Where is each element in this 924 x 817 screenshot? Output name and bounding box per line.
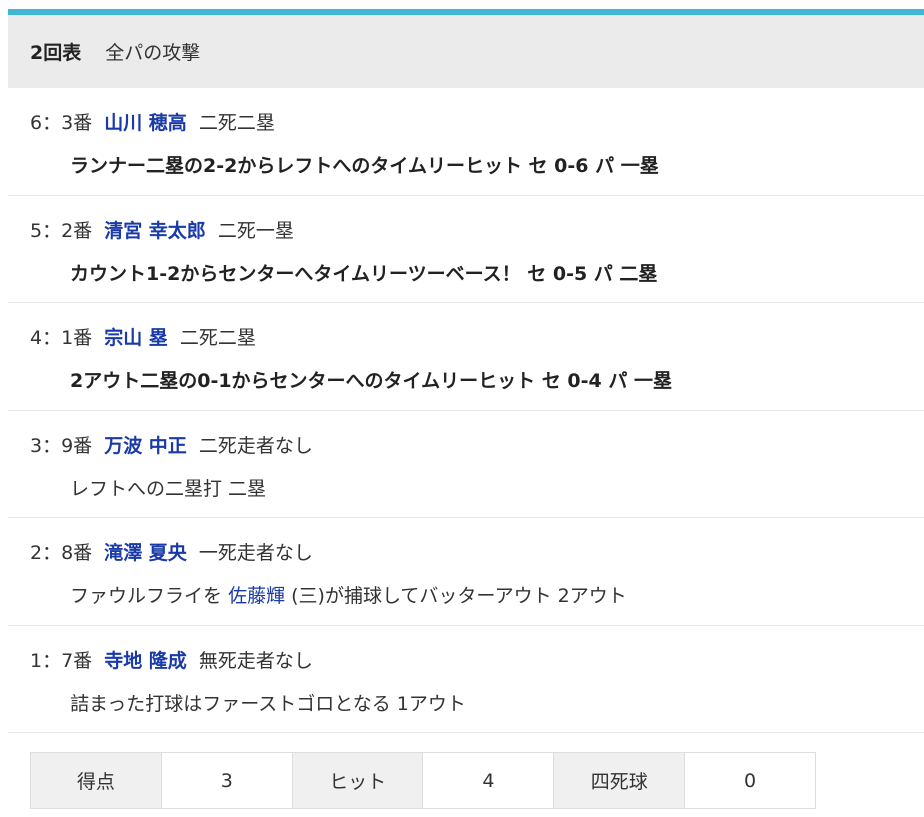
play-seq: 4：1番 — [30, 327, 93, 349]
inning-summary-table: 得点 3 ヒット 4 四死球 0 — [30, 752, 816, 809]
walks-value: 0 — [744, 769, 757, 792]
play-situation: 二死走者なし — [198, 434, 313, 457]
play-situation: 二死二塁 — [198, 112, 275, 134]
inning-label: 2回表 — [30, 42, 82, 64]
play-seq: 3：9番 — [30, 434, 93, 457]
play-result: 詰まった打球はファーストゴロとなる 1アウト — [70, 692, 466, 715]
inning-header: 2回表 全パの攻撃 — [8, 15, 924, 88]
play-situation: 二死二塁 — [179, 327, 256, 349]
batter-link[interactable]: 清宮 幸太郎 — [104, 220, 206, 242]
play-result-prefix: ファウルフライを — [70, 585, 223, 607]
attacking-team-label: 全パの攻撃 — [105, 42, 201, 64]
play-situation: 一死走者なし — [198, 542, 313, 564]
play-result: ファウルフライを 佐藤輝 (三)が捕球してバッターアウト 2アウト — [30, 581, 924, 611]
hits-value: 4 — [423, 753, 555, 808]
play-seq: 2：8番 — [30, 542, 93, 564]
play-result: カウント1-2からセンターへタイムリーツーベース！ セ 0-5 パ 二塁 — [70, 262, 658, 285]
batter-link[interactable]: 山川 穂高 — [104, 112, 187, 134]
runs-value: 3 — [162, 753, 293, 808]
play-seq: 6：3番 — [30, 112, 93, 134]
play-item-2: 2：8番 滝澤 夏央 一死走者なし ファウルフライを 佐藤輝 (三)が捕球してバッタ… — [8, 518, 924, 626]
walks-label: 四死球 — [554, 753, 686, 808]
play-result: ランナー二塁の2-2からレフトへのタイムリーヒット セ 0-6 パ 一塁 — [70, 155, 659, 177]
play-result-suffix: (三)が捕球してバッターアウト 2アウト — [291, 585, 627, 607]
play-item-5: 5：2番 清宮 幸太郎 二死一塁 カウント1-2からセンターへタイムリーツーベース！… — [8, 196, 924, 303]
batter-link[interactable]: 寺地 隆成 — [104, 650, 187, 672]
batter-link[interactable]: 滝澤 夏央 — [104, 542, 187, 564]
play-item-4: 4：1番 宗山 塁二死二塁 2アウト二塁の0-1からセンターへのタイムリーヒット … — [8, 303, 924, 411]
play-situation: 無死走者なし — [198, 649, 313, 672]
batter-link[interactable]: 宗山 塁 — [104, 327, 168, 349]
play-item-1: 1：7番 寺地 隆成 無死走者なし 詰まった打球はファーストゴロとなる 1アウト — [8, 626, 924, 733]
play-result: レフトへの二塁打 二塁 — [70, 477, 267, 500]
play-situation: 二死一塁 — [217, 219, 294, 242]
play-item-6: 6：3番 山川 穂高 二死二塁 ランナー二塁の2-2からレフトへのタイムリーヒット … — [8, 88, 924, 196]
batter-link[interactable]: 万波 中正 — [104, 435, 187, 457]
play-seq: 1：7番 — [30, 649, 93, 672]
play-result: 2アウト二塁の0-1からセンターへのタイムリーヒット セ 0-4 パ 一塁 — [70, 370, 672, 392]
play-by-play-list: 6：3番 山川 穂高 二死二塁 ランナー二塁の2-2からレフトへのタイムリーヒット … — [8, 88, 924, 733]
hits-label: ヒット — [292, 753, 424, 808]
play-seq: 5：2番 — [30, 219, 93, 242]
fielder-link[interactable]: 佐藤輝 — [228, 585, 285, 607]
runs-label: 得点 — [31, 753, 162, 808]
play-item-3: 3：9番 万波 中正 二死走者なし レフトへの二塁打 二塁 — [8, 411, 924, 518]
